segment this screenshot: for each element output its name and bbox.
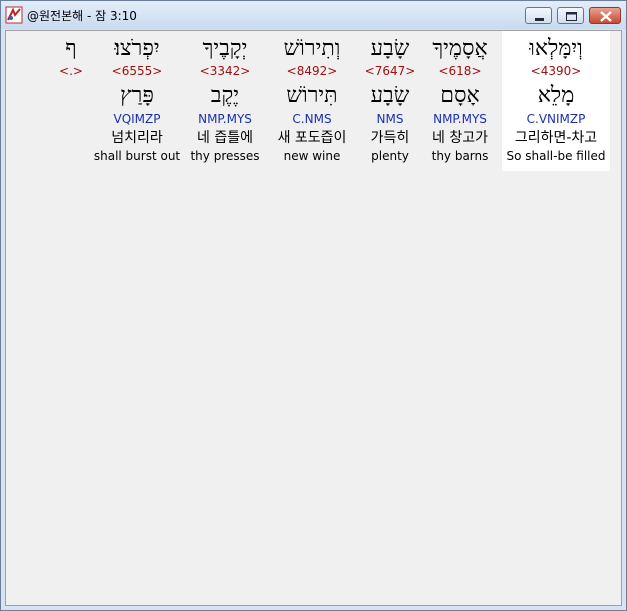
word-column-1[interactable]: וְיִמָּלְאוּ <4390> מָלֵא C.VNIMZP 그리하면-… — [502, 31, 610, 171]
maximize-button[interactable] — [557, 7, 584, 24]
lemma-word: תִּירוֹשׁ — [286, 83, 338, 108]
lemma-word: אָסָם — [440, 83, 480, 108]
hebrew-word: ף — [65, 36, 77, 61]
lemma-word: יֶקֶב — [210, 83, 240, 108]
strong-number[interactable]: <7647> — [361, 64, 419, 78]
strong-number[interactable]: <4390> — [502, 64, 610, 78]
word-column-7[interactable]: ף <.> — [56, 31, 86, 171]
word-column-3[interactable]: שָׂבָע <7647> שָׂבָע NMS 가득히 plenty — [361, 31, 419, 171]
interlinear-panel[interactable]: וְיִמָּלְאוּ <4390> מָלֵא C.VNIMZP 그리하면-… — [5, 30, 622, 606]
app-window: @원전본해 - 잠 3:10 וְיִמָּלְאוּ <4390> מָלֵא… — [0, 0, 627, 611]
minimize-button[interactable] — [525, 7, 552, 24]
word-column-4[interactable]: וְתִירוֹשׁ <8492> תִּירוֹשׁ C.NMS 새 포도즙이… — [268, 31, 356, 171]
english-gloss: new wine — [283, 149, 341, 163]
window-title: @원전본해 - 잠 3:10 — [27, 9, 137, 23]
lemma-word: שָׂבָע — [370, 83, 410, 108]
korean-gloss: 네 즙틀에 — [197, 130, 253, 146]
lemma-word: מָלֵא — [537, 83, 575, 108]
morphology-code: NMP.MYS — [198, 112, 252, 126]
english-gloss: thy presses — [190, 149, 260, 163]
english-gloss: shall burst out — [93, 149, 181, 163]
strong-number[interactable]: <8492> — [268, 64, 356, 78]
strong-number[interactable]: <3342> — [188, 64, 262, 78]
korean-gloss: 넘치리라 — [111, 130, 163, 146]
word-column-5[interactable]: יְקָבֶיךָ <3342> יֶקֶב NMP.MYS 네 즙틀에 thy… — [188, 31, 262, 171]
english-gloss: plenty — [371, 149, 409, 163]
word-column-6[interactable]: יִפְרֹצוּ׃ <6555> פָּרַץ VQIMZP 넘치리라 sha… — [92, 31, 182, 171]
close-button[interactable] — [589, 7, 621, 24]
hebrew-word: יְקָבֶיךָ — [202, 36, 248, 61]
korean-gloss: 네 창고가 — [432, 130, 488, 146]
morphology-code: C.NMS — [292, 112, 332, 126]
morphology-code: NMS — [376, 112, 404, 126]
strong-number[interactable]: <618> — [424, 64, 496, 78]
app-logo-icon — [5, 6, 23, 24]
korean-gloss: 그리하면-차고 — [514, 130, 598, 146]
morphology-code: NMP.MYS — [433, 112, 487, 126]
morphology-code: C.VNIMZP — [526, 112, 586, 126]
korean-gloss: 가득히 — [370, 130, 410, 146]
lemma-word: פָּרַץ — [120, 83, 154, 108]
english-gloss: thy barns — [431, 149, 489, 163]
strong-number[interactable]: <.> — [56, 64, 86, 78]
title-bar[interactable]: @원전본해 - 잠 3:10 — [1, 1, 626, 29]
english-gloss: So shall-be filled — [506, 149, 606, 163]
strong-number[interactable]: <6555> — [92, 64, 182, 78]
word-column-2[interactable]: אֲסָמֶיךָ <618> אָסָם NMP.MYS 네 창고가 thy … — [424, 31, 496, 171]
hebrew-word: יִפְרֹצוּ׃ — [114, 36, 160, 61]
korean-gloss: 새 포도즙이 — [277, 130, 347, 146]
morphology-code: VQIMZP — [113, 112, 161, 126]
hebrew-word: וְיִמָּלְאוּ — [529, 36, 583, 61]
hebrew-word: אֲסָמֶיךָ — [432, 36, 488, 61]
hebrew-word: שָׂבָע — [370, 36, 410, 61]
hebrew-word: וְתִירוֹשׁ — [283, 36, 341, 61]
